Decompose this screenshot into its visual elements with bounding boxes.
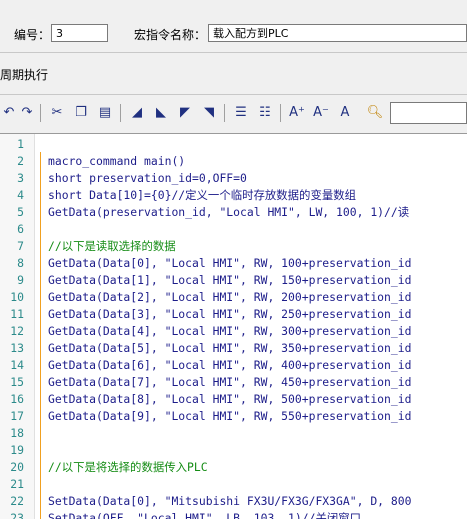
code-line[interactable]: 9 GetData(Data[1], "Local HMI", RW, 150+p… [0,272,467,289]
code-line[interactable]: 19 [0,442,467,459]
code-line[interactable]: 7 //以下是读取选择的数据 [0,238,467,255]
code-line[interactable]: 3 short preservation_id=0,OFF=0 [0,170,467,187]
indent-icon[interactable]: ☰ [232,104,250,122]
line-number: 14 [10,358,24,372]
code-text: GetData(Data[2], "Local HMI", RW, 200+pr… [48,290,412,304]
toolbar-separator [280,104,281,122]
paste-icon[interactable]: ▤ [96,104,114,122]
code-line[interactable]: 6 [0,221,467,238]
line-number: 1 [17,137,24,151]
code-text: GetData(Data[7], "Local HMI", RW, 450+pr… [48,375,412,389]
code-line[interactable]: 13 GetData(Data[5], "Local HMI", RW, 350+… [0,340,467,357]
code-text: GetData(Data[8], "Local HMI", RW, 500+pr… [48,392,412,406]
cut-icon[interactable]: ✂ [48,104,66,122]
code-line[interactable]: 22 SetData(Data[0], "Mitsubishi FX3U/FX3G… [0,493,467,510]
line-number: 9 [17,273,24,287]
code-text: GetData(Data[1], "Local HMI", RW, 150+pr… [48,273,412,287]
code-text: //以下是读取选择的数据 [48,239,176,253]
line-number: 11 [10,307,24,321]
number-field[interactable]: 3 [51,24,108,42]
line-number: 5 [17,205,24,219]
line-number: 21 [10,477,24,491]
code-line[interactable]: 2 macro_command main() [0,153,467,170]
line-number: 20 [10,460,24,474]
code-line[interactable]: 15 GetData(Data[7], "Local HMI", RW, 450+… [0,374,467,391]
toolbar-separator [40,104,41,122]
code-line[interactable]: 10 GetData(Data[2], "Local HMI", RW, 200+… [0,289,467,306]
line-number: 13 [10,341,24,355]
toolbar-separator [224,104,225,122]
code-line[interactable]: 18 [0,425,467,442]
line-number: 6 [17,222,24,236]
undo-icon[interactable]: ↶ [0,104,18,122]
code-line[interactable]: 16 GetData(Data[8], "Local HMI", RW, 500+… [0,391,467,408]
code-text: short preservation_id=0,OFF=0 [48,171,247,185]
toolbar-divider [0,94,467,95]
code-text: SetData(Data[0], "Mitsubishi FX3U/FX3G/F… [48,494,412,508]
bookmark-toggle-icon[interactable]: ◢ [128,104,146,122]
redo-icon[interactable]: ↷ [18,104,36,122]
line-number: 12 [10,324,24,338]
macro-name-label: 宏指令名称： [134,28,207,42]
bookmark-next-icon[interactable]: ◣ [152,104,170,122]
macro-header: 编号： 3 宏指令名称： 载入配方到PLC [0,0,467,50]
periodic-execution-checkbox[interactable]: 周期执行 [0,66,48,83]
code-text: GetData(Data[0], "Local HMI", RW, 100+pr… [48,256,412,270]
line-number: 18 [10,426,24,440]
toolbar-separator [120,104,121,122]
code-text: GetData(Data[4], "Local HMI", RW, 300+pr… [48,324,412,338]
macro-name-field[interactable]: 载入配方到PLC [208,24,467,42]
number-label: 编号： [14,28,51,42]
line-number: 17 [10,409,24,423]
find-icon[interactable]: 🔍︎ [366,104,384,122]
header-divider [0,52,467,53]
code-text: //以下是将选择的数据传入PLC [48,460,208,474]
code-text: GetData(Data[3], "Local HMI", RW, 250+pr… [48,307,412,321]
line-number: 19 [10,443,24,457]
code-line[interactable]: 12 GetData(Data[4], "Local HMI", RW, 300+… [0,323,467,340]
line-number: 10 [10,290,24,304]
font-decrease-icon[interactable]: A⁻ [312,104,330,122]
code-text: short Data[10]={0}//定义一个临时存放数据的变量数组 [48,188,357,202]
outdent-icon[interactable]: ☷ [256,104,274,122]
line-number: 2 [17,154,24,168]
line-number: 15 [10,375,24,389]
code-line[interactable]: 14 GetData(Data[6], "Local HMI", RW, 400+… [0,357,467,374]
copy-icon[interactable]: ❐ [72,104,90,122]
line-number: 3 [17,171,24,185]
code-text: GetData(Data[6], "Local HMI", RW, 400+pr… [48,358,412,372]
code-text: GetData(preservation_id, "Local HMI", LW… [48,205,410,219]
line-number: 16 [10,392,24,406]
line-number: 4 [17,188,24,202]
code-line[interactable]: 5 GetData(preservation_id, "Local HMI", L… [0,204,467,221]
code-text: macro_command main() [48,154,186,168]
font-increase-icon[interactable]: A⁺ [288,104,306,122]
line-number: 22 [10,494,24,508]
code-text: GetData(Data[9], "Local HMI", RW, 550+pr… [48,409,412,423]
code-line[interactable]: 20 //以下是将选择的数据传入PLC [0,459,467,476]
code-text: GetData(Data[5], "Local HMI", RW, 350+pr… [48,341,412,355]
bookmark-prev-icon[interactable]: ◤ [176,104,194,122]
line-number: 8 [17,256,24,270]
font-reset-icon[interactable]: A [336,104,354,122]
code-editor[interactable]: 1 2 macro_command main() 3 short preservatio… [0,133,467,519]
code-line[interactable]: 17 GetData(Data[9], "Local HMI", RW, 550+… [0,408,467,425]
search-input[interactable] [390,102,467,124]
line-number: 7 [17,239,24,253]
code-line[interactable]: 8 GetData(Data[0], "Local HMI", RW, 100+p… [0,255,467,272]
code-line[interactable]: 21 [0,476,467,493]
code-line[interactable]: 4 short Data[10]={0}//定义一个临时存放数据的变量数组 [0,187,467,204]
code-line[interactable]: 1 [0,136,467,153]
code-line[interactable]: 11 GetData(Data[3], "Local HMI", RW, 250+… [0,306,467,323]
bookmark-clear-icon[interactable]: ◥ [200,104,218,122]
